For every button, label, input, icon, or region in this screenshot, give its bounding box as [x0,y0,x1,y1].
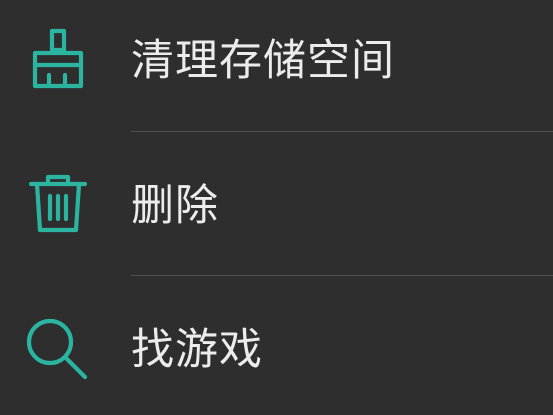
menu-item-find-games[interactable]: 找游戏 [0,283,553,413]
divider [131,275,553,276]
menu-item-label: 清理存储空间 [131,36,395,86]
trash-icon [25,171,91,237]
broom-icon [25,26,91,92]
menu-item-label: 找游戏 [131,325,263,375]
menu-item-clean-storage[interactable]: 清理存储空间 [0,0,553,130]
menu-item-delete[interactable]: 删除 [0,140,553,270]
search-icon [25,316,91,382]
divider [131,131,553,132]
context-menu: 清理存储空间 删除 找游戏 [0,0,553,415]
menu-item-label: 删除 [131,181,219,231]
